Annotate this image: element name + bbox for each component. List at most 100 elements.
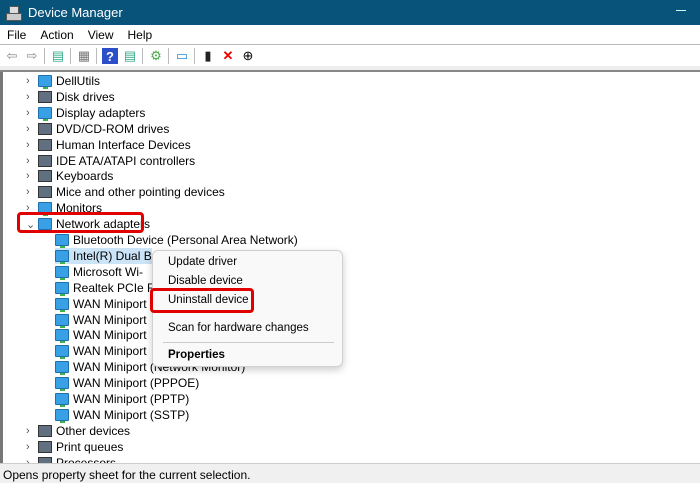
- device-category-icon: [38, 424, 52, 437]
- action-pane-icon[interactable]: ▤: [122, 48, 138, 64]
- device-category-icon: [38, 186, 52, 199]
- network-adapter-icon: [38, 106, 52, 121]
- network-adapter-icon: [55, 265, 69, 280]
- title-bar: Device Manager: [0, 0, 700, 25]
- item-label: Realtek PCIe F: [73, 280, 155, 295]
- help-icon[interactable]: ?: [102, 48, 118, 64]
- category-item[interactable]: › DellUtils: [26, 73, 101, 89]
- device-item[interactable]: Realtek PCIe F: [55, 280, 154, 296]
- item-label: WAN Miniport: [73, 328, 147, 343]
- item-label: WAN Miniport (PPTP): [73, 392, 190, 406]
- chevron-right-icon[interactable]: ›: [26, 441, 36, 453]
- chevron-right-icon[interactable]: ›: [26, 139, 36, 151]
- show-hide-tree-icon[interactable]: ▤: [50, 48, 66, 64]
- back-icon[interactable]: ⇦: [4, 48, 20, 64]
- scan-hardware-icon[interactable]: ▭: [174, 48, 190, 64]
- highlight-uninstall-device: [150, 288, 254, 313]
- network-adapter-icon: [55, 281, 69, 296]
- item-label: Display adapters: [56, 105, 146, 120]
- menu-divider: [163, 342, 334, 343]
- chevron-right-icon[interactable]: ›: [26, 425, 36, 437]
- properties-sheet-icon[interactable]: ▦: [76, 48, 92, 64]
- menu-bar: File Action View Help: [0, 25, 700, 45]
- network-adapter-icon: [38, 75, 52, 89]
- category-item[interactable]: › IDE ATA/ATAPI controllers: [26, 153, 196, 169]
- network-adapter-icon: [55, 313, 69, 328]
- disable-device-icon[interactable]: ⊕: [240, 48, 256, 64]
- chevron-right-icon[interactable]: ›: [26, 91, 36, 103]
- device-category-icon: [38, 90, 52, 103]
- category-item[interactable]: › Other devices: [26, 423, 131, 439]
- item-label: Microsoft Wi-: [73, 264, 143, 279]
- chevron-right-icon[interactable]: ›: [26, 186, 36, 198]
- network-adapter-icon: [55, 393, 69, 407]
- device-category-icon: [38, 122, 52, 135]
- category-item[interactable]: › Print queues: [26, 439, 124, 455]
- item-label: DellUtils: [56, 74, 101, 88]
- device-item[interactable]: WAN Miniport (PPTP): [55, 391, 189, 407]
- device-item[interactable]: WAN Miniport: [55, 327, 147, 344]
- chevron-right-icon[interactable]: ›: [26, 155, 36, 167]
- network-adapter-icon: [55, 329, 69, 344]
- menu-action[interactable]: Action: [40, 28, 73, 42]
- menu-scan-hardware[interactable]: Scan for hardware changes: [168, 322, 309, 334]
- device-item[interactable]: Bluetooth Device (Personal Area Network): [55, 232, 298, 248]
- menu-view[interactable]: View: [88, 28, 114, 42]
- item-label: Intel(R) Dual B: [73, 248, 152, 263]
- network-adapter-icon: [55, 345, 69, 360]
- chevron-right-icon[interactable]: ›: [26, 123, 36, 135]
- category-item[interactable]: › DVD/CD-ROM drives: [26, 121, 170, 137]
- device-category-icon: [38, 170, 52, 183]
- item-label: Other devices: [56, 423, 131, 438]
- menu-file[interactable]: File: [7, 28, 26, 42]
- menu-help[interactable]: Help: [128, 28, 153, 42]
- device-item[interactable]: WAN Miniport: [55, 343, 147, 360]
- item-label: WAN Miniport: [73, 296, 147, 311]
- device-item[interactable]: WAN Miniport: [55, 312, 147, 328]
- category-item[interactable]: › Keyboards: [26, 168, 114, 184]
- device-category-icon: [38, 440, 52, 453]
- menu-properties[interactable]: Properties: [168, 349, 225, 361]
- category-item[interactable]: › Display adapters: [26, 105, 146, 121]
- category-item[interactable]: › Disk drives: [26, 89, 115, 105]
- item-label: WAN Miniport (SSTP): [73, 407, 190, 422]
- device-manager-icon: [6, 5, 22, 21]
- item-label: Processors: [56, 455, 117, 463]
- network-adapter-icon: [55, 297, 69, 312]
- chevron-right-icon[interactable]: ›: [26, 75, 36, 87]
- category-item[interactable]: › Mice and other pointing devices: [26, 184, 225, 200]
- minimize-button[interactable]: [676, 10, 686, 11]
- forward-icon[interactable]: ⇨: [24, 48, 40, 64]
- item-label: Keyboards: [56, 169, 114, 184]
- network-adapter-icon: [55, 249, 69, 264]
- status-bar: Opens property sheet for the current sel…: [0, 463, 700, 483]
- item-label: Print queues: [56, 439, 124, 454]
- device-item[interactable]: WAN Miniport: [55, 296, 147, 312]
- device-category-icon: [38, 154, 52, 167]
- network-adapter-icon: [55, 377, 69, 392]
- update-driver-icon[interactable]: ⚙: [148, 48, 164, 64]
- device-item[interactable]: Microsoft Wi-: [55, 264, 143, 280]
- item-label: WAN Miniport (PPPOE): [73, 376, 200, 391]
- item-label: IDE ATA/ATAPI controllers: [56, 153, 196, 168]
- item-label: Mice and other pointing devices: [56, 185, 225, 200]
- chevron-right-icon[interactable]: ›: [26, 107, 36, 119]
- menu-update-driver[interactable]: Update driver: [168, 256, 237, 268]
- item-label: Disk drives: [56, 89, 115, 104]
- device-item[interactable]: WAN Miniport (PPPOE): [55, 375, 200, 392]
- device-tree: › DellUtils › Disk drives › Display adapters ›…: [0, 72, 700, 463]
- device-item[interactable]: WAN Miniport (SSTP): [55, 407, 189, 423]
- network-adapter-icon: [55, 361, 69, 376]
- chevron-right-icon[interactable]: ›: [26, 170, 36, 182]
- item-label: Bluetooth Device (Personal Area Network): [73, 233, 298, 247]
- uninstall-icon[interactable]: ✕: [220, 48, 236, 64]
- category-item[interactable]: › Human Interface Devices: [26, 137, 191, 153]
- device-item[interactable]: Intel(R) Dual B: [55, 247, 152, 264]
- menu-disable-device[interactable]: Disable device: [168, 275, 243, 287]
- item-label: WAN Miniport: [73, 344, 147, 359]
- enable-device-icon[interactable]: ▮: [200, 48, 216, 64]
- network-adapter-icon: [55, 408, 69, 423]
- category-item[interactable]: › Processors: [26, 455, 117, 463]
- window-title: Device Manager: [28, 5, 123, 20]
- item-label: DVD/CD-ROM drives: [56, 121, 170, 136]
